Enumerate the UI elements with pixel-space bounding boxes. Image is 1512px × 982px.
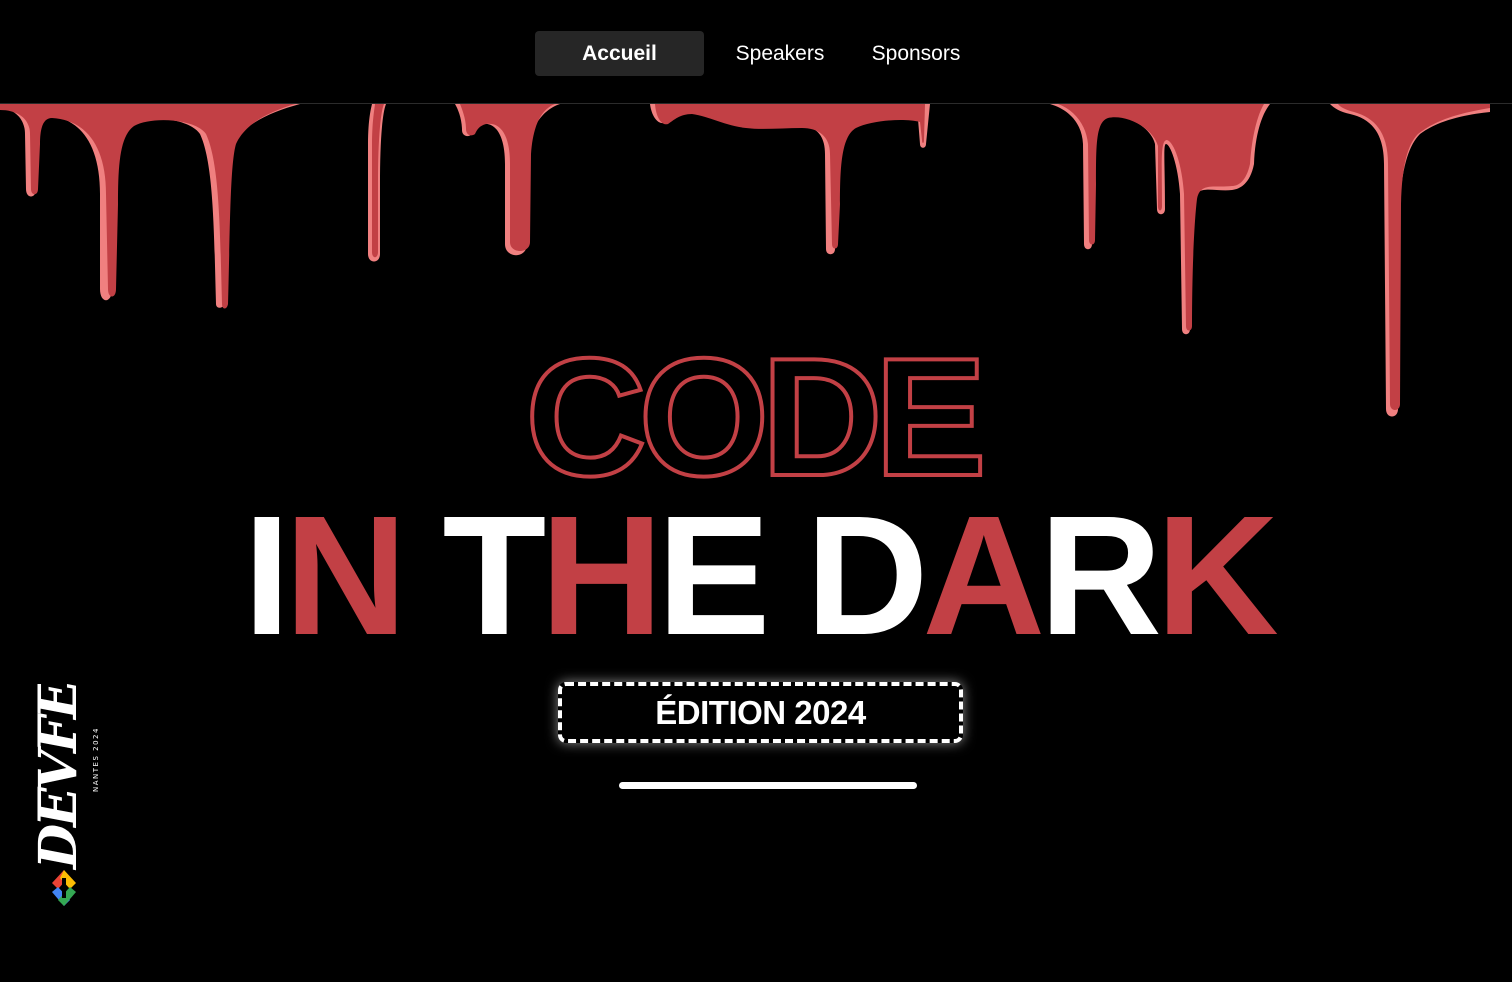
edition-label: ÉDITION 2024 (655, 694, 866, 731)
hero-title-line1-svg: CODE (523, 321, 990, 513)
title-letter: N (284, 490, 401, 650)
title-space (764, 490, 805, 650)
hero-title-line1-wrapper: CODE (0, 321, 1512, 513)
hero-title-line2: IN THE DARK (243, 490, 1278, 650)
devfest-brackets-icon (52, 870, 76, 906)
title-letter: K (1156, 490, 1278, 650)
hero-title-line2-svg: IN THE DARK (243, 481, 1284, 671)
devfest-logo: DEVFEST NANTES 2024 (28, 684, 100, 906)
title-letter: D (806, 490, 923, 650)
hero-title-line1: CODE (525, 325, 980, 495)
title-letter: E (657, 490, 764, 650)
devfest-subtitle-group: NANTES 2024 (92, 727, 100, 792)
nav-item-speakers[interactable]: Speakers (720, 31, 840, 76)
nav-item-sponsors[interactable]: Sponsors (856, 31, 976, 76)
hero-divider (619, 782, 917, 789)
devfest-wordmark: DEVFEST (28, 684, 89, 871)
edition-badge: ÉDITION 2024 (558, 682, 963, 743)
title-letter: T (442, 490, 545, 650)
nav-item-accueil[interactable]: Accueil (535, 31, 704, 76)
devfest-wordmark-group: DEVFEST (28, 684, 89, 871)
top-nav: Accueil Speakers Sponsors (0, 0, 1512, 104)
title-space (401, 490, 442, 650)
page: Accueil Speakers Sponsors CODE IN THE DA… (0, 0, 1512, 982)
title-letter: H (540, 490, 657, 650)
devfest-subtitle: NANTES 2024 (92, 727, 100, 792)
title-letter: A (922, 490, 1041, 650)
title-letter: I (243, 490, 284, 650)
title-letter: R (1039, 490, 1159, 650)
hero-title-line2-wrapper: IN THE DARK (0, 481, 1512, 671)
